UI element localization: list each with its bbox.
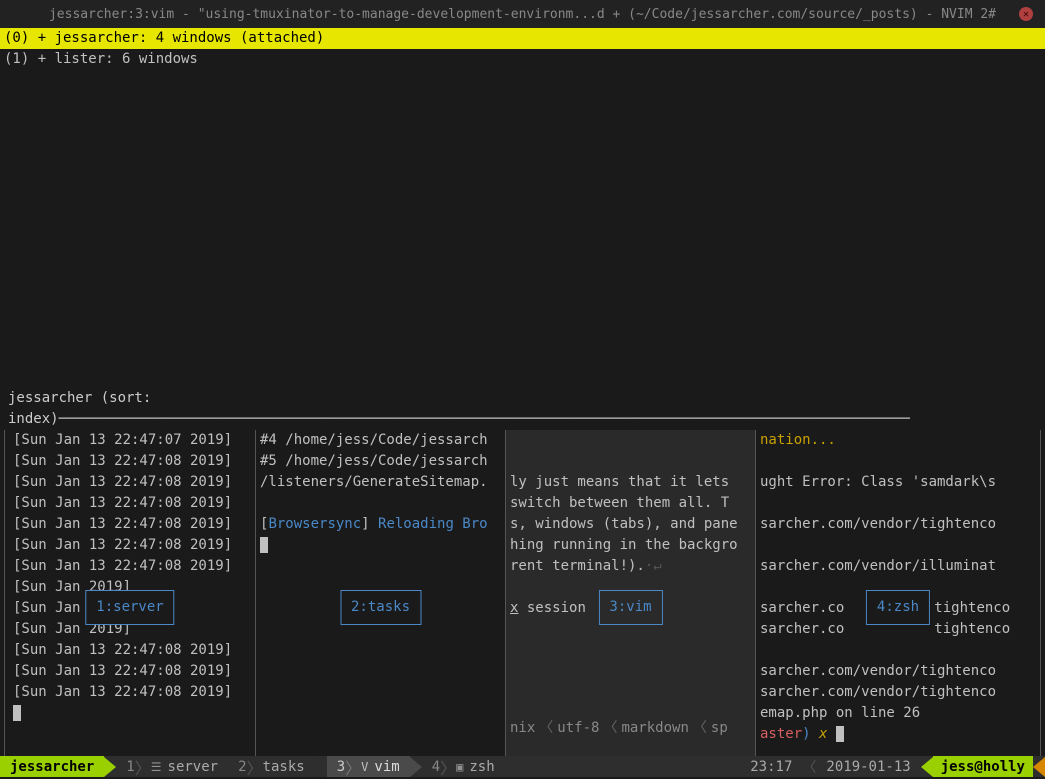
- browsersync-line: [Browsersync] Reloading Bro: [260, 514, 501, 535]
- log-line: [Sun Jan 13 22:47:08 2019]: [13, 535, 247, 556]
- powerline-arrow-icon: [410, 757, 422, 777]
- pane-tasks: #4 /home/jess/Code/jessarch #5 /home/jes…: [255, 430, 505, 759]
- log-line: [Sun Jan 13 22:47:08 2019]: [13, 556, 247, 577]
- output-line: sarcher.com/vendor/tightenco: [760, 514, 1036, 535]
- editor-line: s, windows (tabs), and pane: [510, 514, 751, 535]
- preview-panes: [Sun Jan 13 22:47:07 2019] [Sun Jan 13 2…: [4, 430, 1041, 760]
- empty-area: [0, 70, 1045, 388]
- session-row-selected[interactable]: (0) + jessarcher: 4 windows (attached): [0, 28, 1045, 49]
- output-line: sarcher.com/vendor/illuminat: [760, 556, 1036, 577]
- pane-server: [Sun Jan 13 22:47:07 2019] [Sun Jan 13 2…: [5, 430, 255, 759]
- vim-icon: V: [361, 760, 368, 774]
- prompt-line: aster) x: [760, 724, 1036, 745]
- powerline-end-icon: [1033, 757, 1045, 777]
- tree-header: jessarcher (sort: index)────────────────…: [0, 388, 1045, 430]
- session-row[interactable]: (1) + lister: 6 windows: [0, 49, 1045, 70]
- log-line: [Sun Jan 13 22:47:08 2019]: [13, 472, 247, 493]
- powerline-arrow-icon: [104, 757, 116, 777]
- status-hostname: jess@holly: [933, 756, 1033, 777]
- status-right: 23:17 〈 2019-01-13 jess@holly: [740, 756, 1045, 777]
- cursor-block: [260, 537, 268, 553]
- editor-line: switch between them all. T: [510, 493, 751, 514]
- output-line: /listeners/GenerateSitemap.: [260, 472, 501, 493]
- pane-vim: ly just means that it lets switch betwee…: [505, 430, 755, 759]
- log-line: [Sun Jan 13 22:47:08 2019]: [13, 493, 247, 514]
- output-line: #4 /home/jess/Code/jessarch: [260, 430, 501, 451]
- layers-icon: ☰: [151, 760, 162, 774]
- terminal-icon: ▣: [456, 760, 463, 774]
- output-line: emap.php on line 26: [760, 703, 1036, 724]
- pane-zsh: nation... ught Error: Class 'samdark\s s…: [755, 430, 1040, 759]
- log-line: [Sun Jan 13 22:47:07 2019]: [13, 430, 247, 451]
- output-line: ught Error: Class 'samdark\s: [760, 472, 1036, 493]
- pane-label-server[interactable]: 1:server: [85, 590, 174, 625]
- editor-line: rent terminal!).·↵: [510, 556, 751, 577]
- status-window-2[interactable]: 2 〉 tasks: [228, 756, 315, 777]
- pane-label-zsh[interactable]: 4:zsh: [866, 590, 930, 625]
- output-line: sarcher.com/vendor/tightenco: [760, 682, 1036, 703]
- vim-statusline: nix 〈 utf-8 〈 markdown 〈 sp: [506, 718, 755, 739]
- status-time: 23:17: [740, 759, 802, 775]
- output-line: nation...: [760, 430, 1036, 451]
- log-line: [Sun Jan 13 22:47:08 2019]: [13, 514, 247, 535]
- status-window-1[interactable]: 1 〉 ☰ server: [116, 756, 228, 777]
- log-line: [Sun Jan 13 22:47:08 2019]: [13, 640, 247, 661]
- log-line: [Sun Jan 13 22:47:08 2019]: [13, 682, 247, 703]
- tmux-statusbar: jessarcher 1 〉 ☰ server 2 〉 tasks 3 〉 V …: [0, 756, 1045, 777]
- log-line: [Sun Jan 13 22:47:08 2019]: [13, 661, 247, 682]
- window-titlebar: jessarcher:3:vim - "using-tmuxinator-to-…: [0, 0, 1045, 28]
- status-session-name[interactable]: jessarcher: [0, 756, 104, 777]
- powerline-arrow-icon: [921, 757, 933, 777]
- pane-label-vim[interactable]: 3:vim: [598, 590, 662, 625]
- cursor-block: [836, 726, 844, 742]
- status-window-4[interactable]: 4 〉 ▣ zsh: [422, 756, 505, 777]
- output-line: sarcher.com/vendor/tightenco: [760, 661, 1036, 682]
- tmux-session-list: (0) + jessarcher: 4 windows (attached) (…: [0, 28, 1045, 70]
- log-line: [Sun Jan 13 22:47:08 2019]: [13, 451, 247, 472]
- editor-line: ly just means that it lets: [510, 472, 751, 493]
- window-title: jessarcher:3:vim - "using-tmuxinator-to-…: [49, 7, 996, 22]
- status-date: 2019-01-13: [816, 759, 920, 775]
- cursor-block: [13, 705, 21, 721]
- output-line: #5 /home/jess/Code/jessarch: [260, 451, 501, 472]
- powerline-arrow-icon: [315, 757, 327, 777]
- status-window-3-active[interactable]: 3 〉 V vim: [327, 756, 410, 777]
- close-icon[interactable]: ✕: [1019, 7, 1033, 21]
- pane-label-tasks[interactable]: 2:tasks: [340, 590, 421, 625]
- editor-line: hing running in the backgro: [510, 535, 751, 556]
